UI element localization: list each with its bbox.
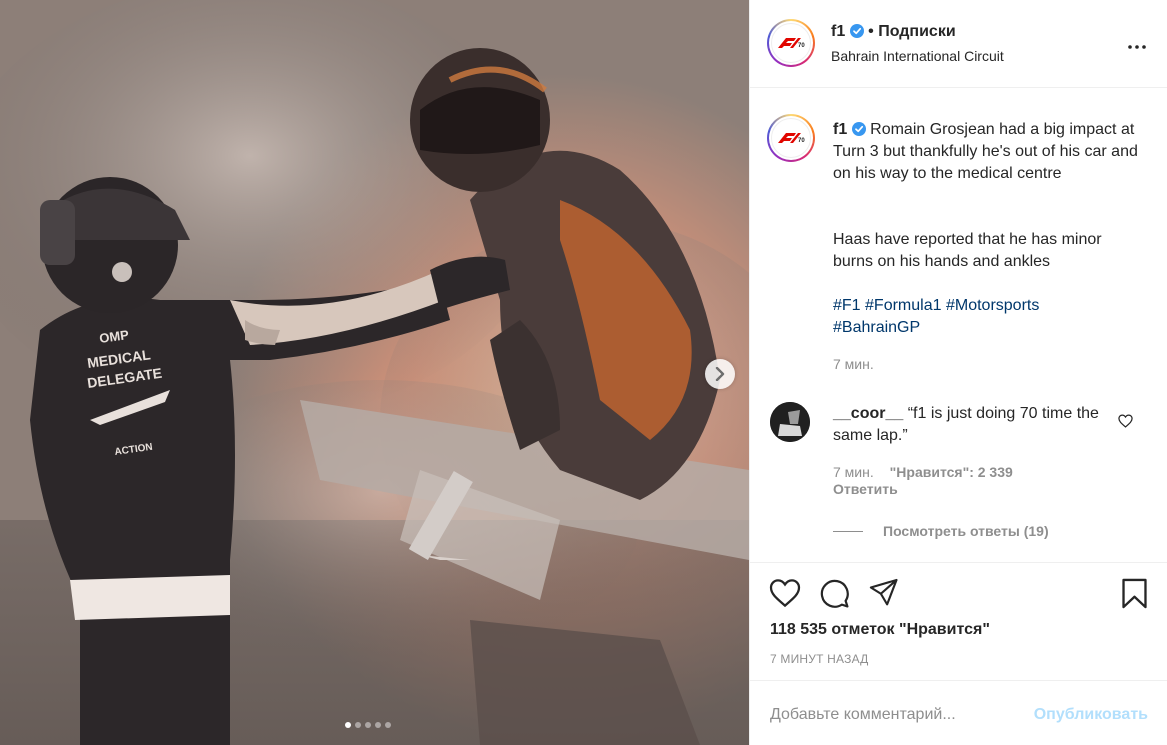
hashtag-link[interactable]: #F1 [833,297,861,314]
verified-badge-icon [849,24,864,38]
post-media[interactable]: OMP MEDICAL DELEGATE ACTION [0,0,749,745]
svg-text:70: 70 [798,43,805,49]
paper-plane-icon [869,578,898,606]
carousel-indicator [345,722,391,728]
follow-separator: • [868,23,874,40]
author-username[interactable]: f1 [831,23,845,40]
comment-time[interactable]: 7 мин. [833,464,874,480]
svg-text:70: 70 [798,138,805,144]
heart-icon [769,579,801,608]
carousel-dot [355,722,361,728]
post-location[interactable]: Bahrain International Circuit [831,48,1004,64]
comment-icon [820,579,849,608]
chevron-right-icon [715,367,725,381]
publish-comment-button[interactable]: Опубликовать [1034,706,1148,724]
carousel-dot [375,722,381,728]
post-photo: OMP MEDICAL DELEGATE ACTION [0,0,749,745]
likes-count[interactable]: 118 535 отметок "Нравится" [770,621,990,639]
like-button[interactable] [769,578,801,613]
comment-likes-count[interactable]: "Нравится": 2 339 [890,464,1013,480]
caption-time[interactable]: 7 мин. [833,356,874,372]
carousel-dot [345,722,351,728]
hashtag-link[interactable]: #Motorsports [946,297,1039,314]
heart-outline-icon [1118,414,1133,428]
caption-text-secondary: Haas have reported that he has minor bur… [833,231,1102,270]
verified-badge-icon [851,122,866,136]
post-timestamp[interactable]: 7 МИНУТ НАЗАД [770,652,869,666]
replies-divider [833,531,863,532]
caption-hashtags: #F1 #Formula1 #Motorsports #BahrainGP [833,295,1143,339]
post-actions: 118 535 отметок "Нравится" 7 МИНУТ НАЗАД [750,562,1167,680]
commenter-avatar-image [770,402,810,442]
bookmark-icon [1122,578,1147,609]
caption-avatar[interactable]: 70 [767,114,815,162]
comment-button[interactable] [819,578,850,614]
comment-input[interactable] [770,701,1010,729]
comment-meta: 7 мин. "Нравится": 2 339 [833,464,1013,480]
more-horizontal-icon [1128,45,1146,49]
f1-logo-icon: 70 [778,38,805,49]
instagram-post: OMP MEDICAL DELEGATE ACTION 70 f1 • Подп… [0,0,1167,745]
add-comment-form: Опубликовать [750,680,1167,745]
hashtag-link[interactable]: #BahrainGP [833,319,920,336]
more-options-button[interactable] [1128,36,1146,54]
save-button[interactable] [1121,578,1148,614]
following-button[interactable]: Подписки [878,23,955,40]
commenter-avatar[interactable] [770,402,810,442]
post-side-panel: 70 f1 • Подписки Bahrain International C… [749,0,1167,745]
hashtag-link[interactable]: #Formula1 [865,297,941,314]
carousel-dot [365,722,371,728]
f1-logo-icon: 70 [778,133,805,144]
view-replies-button[interactable]: Посмотреть ответы (19) [883,523,1049,539]
share-button[interactable] [869,578,899,612]
post-header: 70 f1 • Подписки Bahrain International C… [750,0,1167,88]
next-slide-button[interactable] [705,359,735,389]
author-avatar[interactable]: 70 [767,19,815,67]
comment-like-button[interactable] [1118,414,1133,433]
carousel-dot [385,722,391,728]
commenter-username[interactable]: __coor__ [833,405,903,422]
caption-username[interactable]: f1 [833,121,847,138]
comment-reply-button[interactable]: Ответить [833,481,898,497]
caption-text-main: Romain Grosjean had a big impact at Turn… [833,121,1138,182]
